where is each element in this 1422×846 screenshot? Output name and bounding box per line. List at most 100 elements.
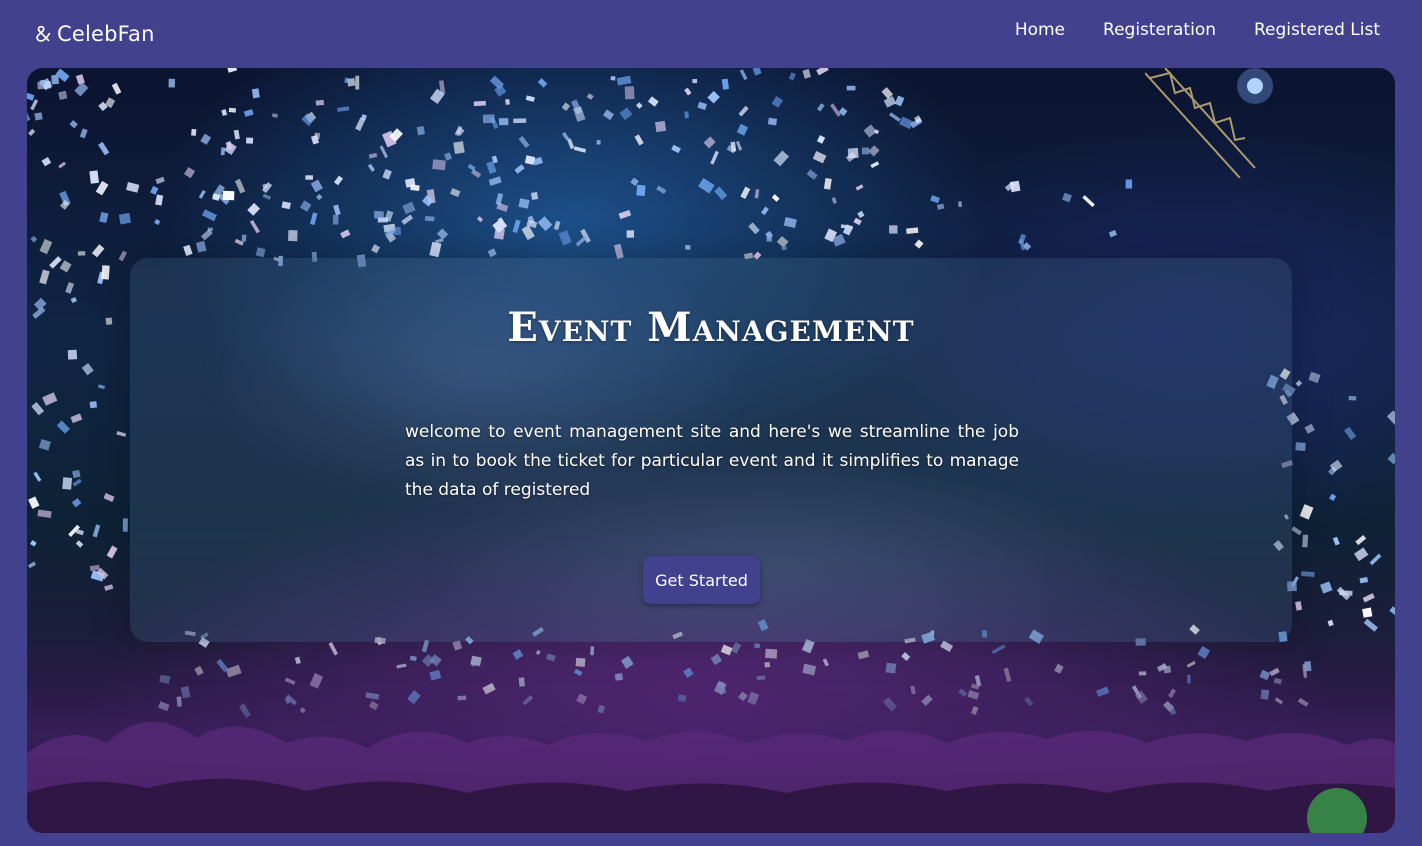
nav-link-registered-list[interactable]: Registered List bbox=[1254, 20, 1380, 40]
confetti-piece bbox=[498, 118, 509, 126]
brand-logo[interactable]: CelebFan bbox=[33, 18, 155, 50]
confetti-piece bbox=[198, 190, 206, 199]
confetti-piece bbox=[1302, 534, 1309, 548]
confetti-piece bbox=[471, 169, 482, 178]
confetti-piece bbox=[37, 509, 52, 519]
confetti-piece bbox=[537, 216, 553, 232]
confetti-piece bbox=[831, 197, 837, 204]
confetti-piece bbox=[59, 260, 72, 273]
confetti-piece bbox=[619, 107, 633, 121]
confetti-piece bbox=[855, 184, 864, 191]
confetti-piece bbox=[783, 217, 797, 229]
confetti-piece bbox=[610, 75, 616, 81]
confetti-piece bbox=[505, 98, 510, 105]
confetti-piece bbox=[410, 184, 420, 192]
confetti-piece bbox=[316, 193, 323, 201]
confetti-piece bbox=[105, 317, 113, 325]
confetti-piece bbox=[97, 384, 106, 390]
get-started-button[interactable]: Get Started bbox=[643, 556, 760, 604]
confetti-piece bbox=[636, 184, 646, 197]
nav-link-home[interactable]: Home bbox=[1015, 20, 1065, 40]
confetti-piece bbox=[101, 265, 110, 280]
confetti-piece bbox=[524, 155, 536, 165]
confetti-piece bbox=[1299, 504, 1314, 520]
confetti-piece bbox=[1386, 410, 1395, 426]
confetti-piece bbox=[95, 180, 109, 196]
confetti-piece bbox=[281, 201, 291, 210]
confetti-piece bbox=[899, 116, 914, 130]
confetti-piece bbox=[618, 209, 632, 220]
confetti-piece bbox=[234, 178, 246, 194]
confetti-piece bbox=[487, 248, 497, 258]
confetti-piece bbox=[531, 192, 539, 200]
confetti-piece bbox=[616, 75, 632, 86]
confetti-piece bbox=[1332, 536, 1340, 546]
confetti-piece bbox=[496, 202, 509, 212]
confetti-piece bbox=[424, 216, 435, 222]
confetti-piece bbox=[776, 235, 789, 248]
confetti-piece bbox=[122, 518, 128, 532]
confetti-piece bbox=[28, 496, 40, 509]
confetti-piece bbox=[518, 136, 530, 149]
confetti-piece bbox=[27, 112, 31, 122]
confetti-piece bbox=[914, 239, 924, 249]
confetti-piece bbox=[1062, 192, 1072, 203]
confetti-piece bbox=[889, 112, 901, 122]
confetti-piece bbox=[883, 96, 897, 108]
confetti-piece bbox=[111, 82, 122, 95]
confetti-piece bbox=[894, 95, 905, 107]
confetti-piece bbox=[103, 493, 115, 503]
confetti-piece bbox=[106, 545, 118, 559]
confetti-piece bbox=[488, 176, 502, 186]
confetti-piece bbox=[393, 226, 402, 236]
confetti-piece bbox=[1344, 426, 1357, 441]
confetti-piece bbox=[70, 296, 77, 304]
confetti-piece bbox=[75, 540, 84, 548]
confetti-piece bbox=[450, 188, 461, 198]
confetti-piece bbox=[245, 137, 254, 144]
confetti-piece bbox=[521, 225, 535, 241]
confetti-piece bbox=[228, 107, 237, 113]
confetti-piece bbox=[596, 140, 601, 145]
confetti-piece bbox=[1295, 601, 1303, 611]
confetti-piece bbox=[655, 120, 667, 133]
confetti-piece bbox=[315, 99, 325, 106]
confetti-piece bbox=[703, 136, 716, 149]
confetti-piece bbox=[647, 96, 659, 107]
confetti-piece bbox=[453, 141, 465, 154]
confetti-piece bbox=[492, 218, 508, 234]
crowd-silhouette-image bbox=[27, 633, 1395, 833]
confetti-piece bbox=[314, 132, 321, 140]
confetti-piece bbox=[344, 77, 352, 84]
confetti-piece bbox=[765, 230, 774, 239]
confetti-piece bbox=[69, 120, 78, 129]
confetti-piece bbox=[685, 245, 691, 250]
nav-link-registration[interactable]: Registeration bbox=[1103, 20, 1216, 40]
confetti-piece bbox=[91, 244, 105, 258]
confetti-piece bbox=[247, 202, 261, 216]
confetti-piece bbox=[27, 92, 35, 101]
confetti-piece bbox=[432, 159, 446, 171]
confetti-piece bbox=[586, 93, 594, 100]
confetti-piece bbox=[1304, 423, 1315, 434]
confetti-piece bbox=[243, 109, 254, 117]
confetti-piece bbox=[512, 219, 521, 234]
confetti-piece bbox=[200, 133, 212, 145]
confetti-piece bbox=[1355, 534, 1367, 546]
confetti-piece bbox=[39, 238, 53, 255]
page-title: Event Management bbox=[507, 304, 915, 351]
confetti-piece bbox=[930, 195, 940, 204]
confetti-piece bbox=[537, 78, 548, 88]
confetti-piece bbox=[486, 160, 497, 175]
confetti-piece bbox=[220, 147, 225, 156]
confetti-piece bbox=[150, 185, 159, 195]
confetti-piece bbox=[698, 178, 715, 194]
confetti-piece bbox=[518, 198, 530, 209]
confetti-piece bbox=[561, 102, 571, 112]
confetti-piece bbox=[473, 100, 486, 107]
confetti-piece bbox=[118, 250, 128, 262]
confetti-piece bbox=[707, 90, 720, 104]
confetti-piece bbox=[67, 349, 78, 360]
confetti-piece bbox=[444, 152, 453, 161]
confetti-piece bbox=[374, 211, 384, 219]
